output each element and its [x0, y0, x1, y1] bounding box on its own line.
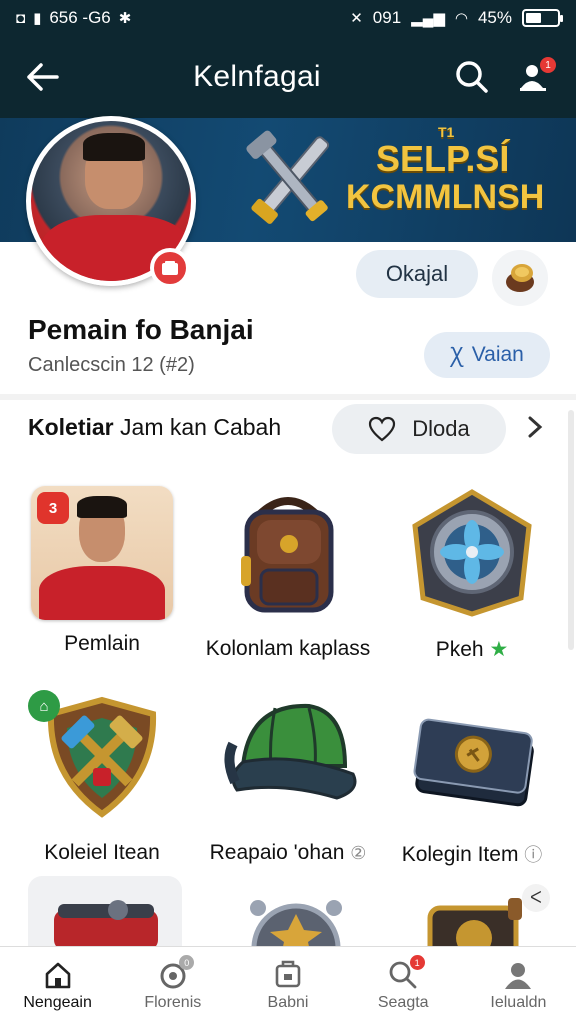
battery-fill [526, 13, 542, 23]
item-label: Koleiel Itean [44, 841, 160, 864]
notification-icon: ◘ [16, 9, 26, 27]
collection-item-wallet[interactable]: Kolegin Item ⓘ [384, 690, 560, 867]
profile-name: Pemain fo Banjai [28, 314, 254, 345]
fan-emblem-icon [412, 489, 532, 617]
collection-heading: Koletiar Jam kan Cabah [28, 414, 281, 441]
collection-item-shield[interactable]: ⌂ Koleiel Itean [14, 690, 190, 865]
item-label-row: Pkeh ★ [384, 637, 560, 662]
star-icon: ★ [489, 638, 509, 661]
banner-line-1: SELP.SÍ [376, 138, 510, 179]
nav-babni[interactable]: Babni [230, 947, 345, 1024]
banner-title: T1 SELP.SÍ KCMMLNSH [346, 124, 566, 216]
collection-item-chest[interactable] [28, 876, 182, 946]
status-right: ✕ 091 ▂▄▆ ◠ 45% [350, 8, 563, 28]
collection-heading-bold: Koletiar [28, 414, 114, 440]
heart-icon [369, 416, 396, 442]
item-label-row: Kolegin Item ⓘ [384, 841, 560, 867]
collection-item-medal[interactable] [240, 890, 350, 946]
collapse-icon[interactable]: ᐸ [522, 884, 550, 912]
cap-icon [224, 703, 357, 800]
app-bar: Kelnfagai 1 [0, 36, 576, 118]
nav-badge: 0 [179, 955, 195, 970]
nav-florenis[interactable]: 0 Florenis [115, 947, 230, 1024]
item-label: Kolegin Item [401, 843, 519, 866]
notifications-button[interactable]: 1 [510, 53, 558, 101]
bluetooth-icon: ✱ [118, 10, 132, 27]
nav-label: Nengeain [23, 993, 92, 1011]
item-label-row: Reapaio 'ohan ② [200, 841, 376, 865]
coin-bag-icon [506, 264, 534, 292]
back-button[interactable] [18, 53, 66, 101]
collection-item-backpack[interactable]: Kolonlam kaplass [200, 486, 376, 661]
item-badge: ⌂ [28, 690, 60, 722]
likes-button[interactable]: Dloda [332, 404, 506, 454]
nav-label: Babni [267, 993, 309, 1011]
vaian-label: Vaian [471, 343, 524, 366]
vaian-icon: Ꭓ [450, 344, 464, 367]
item-badge: 3 [37, 492, 69, 524]
nav-label: Seagta [377, 993, 429, 1011]
item-label: Pemlain [64, 632, 140, 655]
scrollbar[interactable] [568, 410, 574, 650]
collection-item-emblem[interactable]: Pkeh ★ [384, 486, 560, 662]
info-icon: ⓘ [524, 845, 543, 865]
badge-icon [162, 261, 178, 275]
mute-icon: ✕ [350, 10, 363, 27]
coin-button[interactable] [492, 250, 548, 306]
nav-home[interactable]: Nengeain [0, 947, 115, 1024]
avatar-edit-badge[interactable] [150, 248, 190, 288]
nav-search[interactable]: 1 Seagta [346, 947, 461, 1024]
profile-subtitle: Canlecscin 12 (#2) [28, 354, 195, 376]
chest-icon [54, 900, 158, 946]
page-title: Kelnfagai [193, 60, 321, 93]
search-button[interactable] [448, 53, 496, 101]
info-icon: ② [350, 843, 367, 863]
chevron-right-icon[interactable] [520, 412, 550, 442]
card-shirt [39, 566, 165, 620]
store-icon [275, 960, 301, 987]
back-arrow-icon [27, 63, 59, 91]
likes-label: Dloda [412, 416, 470, 441]
avatar-hair [83, 133, 145, 161]
status-time: 656 -G6 [49, 8, 111, 27]
nav-badge: 1 [409, 955, 425, 970]
frame-icon [427, 898, 522, 946]
status-left: ◘ ▮ 656 -G6 ✱ [16, 8, 131, 28]
nav-label: Florenis [144, 993, 202, 1011]
item-label: Reapaio 'ohan [209, 841, 345, 864]
nav-label: Ielualdn [490, 993, 547, 1011]
collection-item-cap[interactable]: Reapaio 'ohan ② [200, 690, 376, 865]
bottom-nav: Nengeain 0 Florenis Babni 1 Seagta Ielua… [0, 946, 576, 1024]
collection-item-player[interactable]: 3 Pemlain [14, 486, 190, 656]
home-icon [45, 962, 70, 988]
okajal-button[interactable]: Okajal [356, 250, 478, 298]
wifi-icon: ◠ [454, 10, 468, 27]
search-icon [456, 61, 488, 93]
collection-heading-rest: Jam kan Cabah [113, 414, 282, 440]
vaian-button[interactable]: Ꭓ Vaian [424, 332, 550, 378]
item-label: Kolonlam kaplass [205, 637, 371, 660]
player-card-icon: 3 [27, 486, 177, 620]
status-signal-text: 091 [372, 8, 402, 27]
collection-item-frame[interactable] [420, 896, 530, 946]
sim-icon: ▮ [33, 10, 42, 27]
card-hair [77, 496, 127, 518]
status-bar: ◘ ▮ 656 -G6 ✱ ✕ 091 ▂▄▆ ◠ 45% [0, 0, 576, 36]
nav-profile[interactable]: Ielualdn [461, 947, 576, 1024]
wallet-icon [413, 718, 534, 807]
notification-badge: 1 [540, 57, 556, 73]
backpack-icon [241, 497, 334, 613]
crossed-tools-icon [246, 130, 330, 224]
collection-filter-row: Koletiar Jam kan Cabah Dloda [0, 400, 576, 456]
item-label: Pkeh [435, 638, 484, 661]
battery-percent: 45% [477, 8, 512, 27]
profile-icon [505, 962, 532, 989]
medal-icon [250, 900, 342, 946]
signal-icon: ▂▄▆ [411, 10, 445, 27]
banner-line-2: KCMMLNSH [346, 178, 545, 216]
battery-icon [522, 9, 563, 27]
